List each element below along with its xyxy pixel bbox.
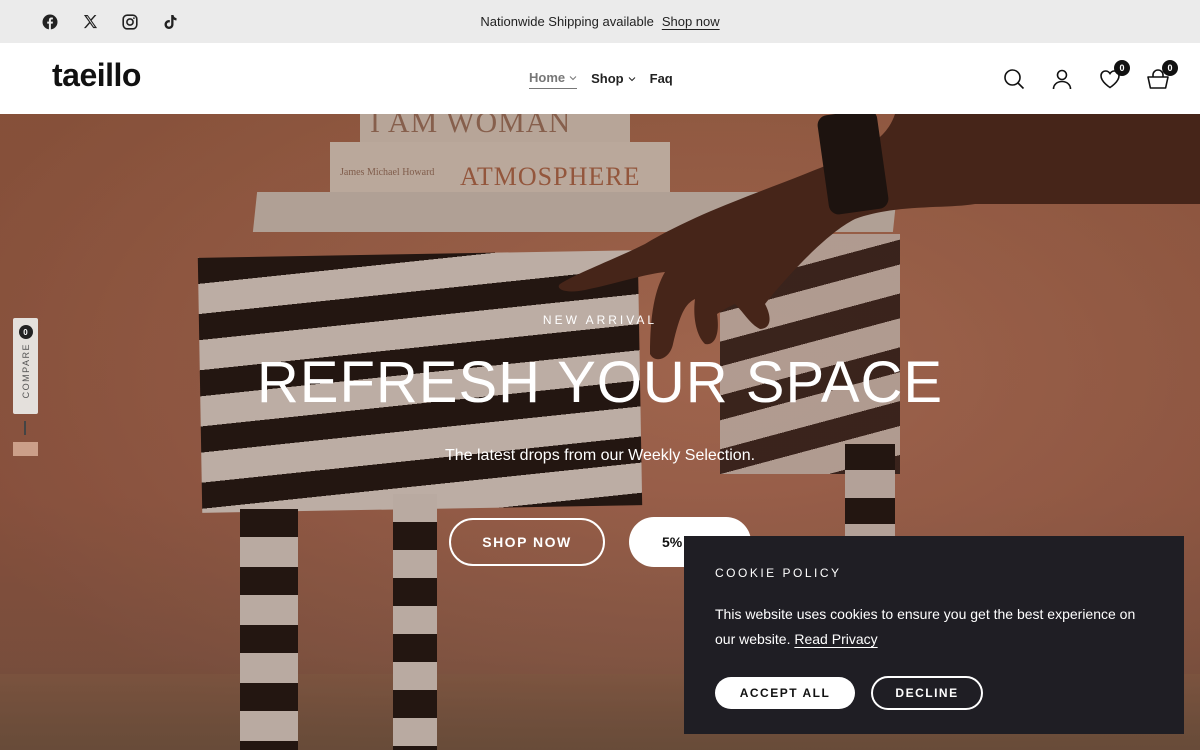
hero-eyebrow: NEW ARRIVAL xyxy=(542,313,658,327)
compare-count-badge: 0 xyxy=(18,325,33,339)
nav-item-home[interactable]: Home xyxy=(529,69,578,89)
read-privacy-link[interactable]: Read Privacy xyxy=(794,631,877,647)
nav-label-shop: Shop xyxy=(591,71,624,86)
wishlist-icon[interactable]: 0 xyxy=(1098,59,1130,91)
cookie-text: This website uses cookies to ensure you … xyxy=(715,606,1136,647)
decline-button[interactable]: DECLINE xyxy=(871,676,983,710)
hero-headline: REFRESH YOUR SPACE xyxy=(256,350,944,415)
wishlist-count-badge: 0 xyxy=(1114,59,1130,76)
chevron-down-icon xyxy=(569,75,577,80)
nav-item-shop[interactable]: Shop xyxy=(591,69,636,89)
compare-tab[interactable]: 0 COMPARE xyxy=(13,318,38,414)
main-nav: Home Shop Faq xyxy=(529,43,673,114)
cart-icon[interactable]: 0 xyxy=(1146,59,1178,91)
announcement-text: Nationwide Shipping available xyxy=(480,14,654,29)
shop-now-button[interactable]: SHOP NOW xyxy=(449,518,605,566)
compare-label: COMPARE xyxy=(20,343,31,399)
shop-now-link[interactable]: Shop now xyxy=(662,14,720,29)
nav-label-home: Home xyxy=(529,70,566,85)
cookie-title: COOKIE POLICY xyxy=(715,566,842,580)
cookie-banner: COOKIE POLICY This website uses cookies … xyxy=(684,536,1184,734)
hero-subline: The latest drops from our Weekly Selecti… xyxy=(444,447,756,464)
cookie-message: This website uses cookies to ensure you … xyxy=(715,602,1155,652)
accept-all-button[interactable]: ACCEPT ALL xyxy=(715,677,855,709)
cart-count-badge: 0 xyxy=(1162,59,1178,76)
nav-item-faq[interactable]: Faq xyxy=(650,69,673,89)
site-header: taeillo Home Shop Faq 0 0 xyxy=(0,43,1200,114)
announcement-message: Nationwide Shipping available Shop now xyxy=(0,0,1200,43)
compare-secondary-tab[interactable] xyxy=(13,442,38,456)
chevron-down-icon xyxy=(628,76,635,81)
header-icons: 0 0 xyxy=(1002,43,1178,114)
nav-label-faq: Faq xyxy=(649,71,673,86)
logo[interactable]: taeillo xyxy=(52,57,141,94)
account-icon[interactable] xyxy=(1050,67,1074,91)
announcement-bar: Nationwide Shipping available Shop now xyxy=(0,0,1200,43)
compare-divider xyxy=(24,421,26,435)
search-icon[interactable] xyxy=(1002,67,1026,91)
